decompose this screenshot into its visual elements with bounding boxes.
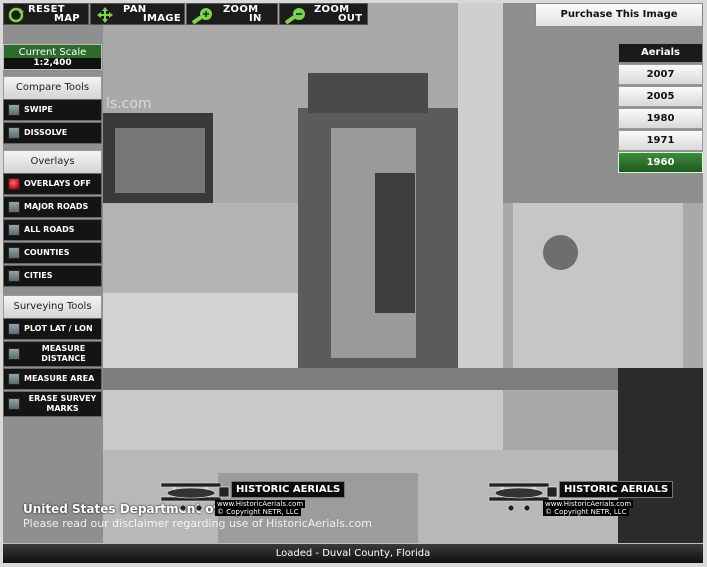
- erase-survey-marks-button[interactable]: ERASE SURVEY MARKS: [3, 391, 102, 417]
- purchase-image-button[interactable]: Purchase This Image: [535, 3, 703, 27]
- app-frame: ls.com United States Department of Agric…: [3, 3, 703, 563]
- aerials-header: Aerials: [618, 43, 703, 63]
- aerial-year-1980[interactable]: 1980: [618, 108, 703, 129]
- aerial-year-2005[interactable]: 2005: [618, 86, 703, 107]
- plot-lat-lon-button[interactable]: PLOT LAT / LON: [3, 318, 102, 340]
- current-scale-box: Current Scale 1:2,400: [3, 44, 102, 70]
- measure-area-button[interactable]: MEASURE AREA: [3, 368, 102, 390]
- toggle-indicator-icon: [8, 270, 20, 282]
- toggle-indicator-icon: [8, 201, 20, 213]
- measure-area-label: MEASURE AREA: [24, 374, 95, 383]
- toggle-indicator-icon: [8, 373, 20, 385]
- east-west-road: [103, 368, 618, 390]
- toggle-indicator-icon: [8, 224, 20, 236]
- pan-image-button[interactable]: PAN IMAGE: [90, 3, 185, 25]
- toggle-indicator-icon: [8, 127, 20, 139]
- zoom-out-icon: [284, 8, 305, 25]
- zoom-in-icon: [191, 8, 212, 25]
- plot-lat-lon-label: PLOT LAT / LON: [24, 324, 93, 333]
- main-building-shadow: [375, 173, 415, 313]
- historic-aerials-logo-2: HISTORIC AERIALS www.HistoricAerials.com…: [481, 475, 681, 516]
- toggle-indicator-icon: [8, 104, 20, 116]
- zoom-in-button[interactable]: ZOOM IN: [186, 3, 278, 25]
- parking-lot-west: [103, 203, 298, 293]
- toggle-indicator-icon: [8, 247, 20, 259]
- zoom-out-button[interactable]: ZOOM OUT: [279, 3, 368, 25]
- all-roads-label: ALL ROADS: [24, 225, 75, 234]
- swipe-label: SWIPE: [24, 105, 53, 114]
- zoom-out-label-2: OUT: [338, 13, 363, 24]
- overlays-off-button[interactable]: OVERLAYS OFF: [3, 173, 102, 195]
- reset-icon: [8, 7, 24, 23]
- counties-label: COUNTIES: [24, 248, 70, 257]
- toggle-indicator-icon: [8, 398, 20, 410]
- aerial-year-1971[interactable]: 1971: [618, 130, 703, 151]
- overlays-off-label: OVERLAYS OFF: [24, 179, 91, 188]
- major-roads-label: MAJOR ROADS: [24, 202, 89, 211]
- status-bar: Loaded - Duval County, Florida: [3, 544, 703, 563]
- cities-label: CITIES: [24, 271, 53, 280]
- dissolve-button[interactable]: DISSOLVE: [3, 122, 102, 144]
- brand-name: HISTORIC AERIALS: [231, 481, 346, 498]
- aerial-year-2007[interactable]: 2007: [618, 64, 703, 85]
- cities-button[interactable]: CITIES: [3, 265, 102, 287]
- brand-copyright: © Copyright NETR, LLC: [543, 508, 629, 516]
- brand-url: www.HistoricAerials.com: [543, 500, 634, 508]
- zoom-in-label-2: IN: [249, 13, 262, 24]
- north-building: [308, 73, 428, 113]
- pan-icon: [97, 7, 113, 23]
- dissolve-label: DISSOLVE: [24, 128, 68, 137]
- brand-copyright: © Copyright NETR, LLC: [215, 508, 301, 516]
- compare-tools-header: Compare Tools: [3, 76, 102, 100]
- reset-map-button[interactable]: RESET MAP: [3, 3, 89, 25]
- dark-building-east: [618, 368, 703, 543]
- map-watermark: ls.com: [106, 96, 152, 112]
- toggle-indicator-icon: [8, 323, 20, 335]
- current-scale-value: 1:2,400: [4, 58, 101, 69]
- erase-survey-marks-label: ERASE SURVEY MARKS: [28, 394, 97, 413]
- measure-distance-label: MEASURE DISTANCE: [41, 344, 86, 363]
- aerial-year-1960[interactable]: 1960: [618, 152, 703, 173]
- all-roads-button[interactable]: ALL ROADS: [3, 219, 102, 241]
- current-scale-title: Current Scale: [18, 47, 87, 58]
- pan-label-2: IMAGE: [143, 13, 181, 24]
- overlays-header: Overlays: [3, 150, 102, 174]
- major-roads-button[interactable]: MAJOR ROADS: [3, 196, 102, 218]
- aerial-map[interactable]: ls.com United States Department of Agric…: [3, 3, 703, 543]
- counties-button[interactable]: COUNTIES: [3, 242, 102, 264]
- measure-distance-button[interactable]: MEASURE DISTANCE: [3, 341, 102, 367]
- toggle-indicator-icon: [8, 348, 20, 360]
- disclaimer-text[interactable]: Please read our disclaimer regarding use…: [23, 517, 372, 530]
- active-indicator-icon: [8, 178, 20, 190]
- brand-url: www.HistoricAerials.com: [215, 500, 306, 508]
- brand-name: HISTORIC AERIALS: [559, 481, 674, 498]
- surveying-tools-header: Surveying Tools: [3, 295, 102, 319]
- hangar-west-roof: [115, 128, 205, 193]
- swipe-button[interactable]: SWIPE: [3, 99, 102, 121]
- paved-lot-west: [103, 293, 298, 368]
- east-apron: [513, 203, 683, 368]
- historic-aerials-logo: HISTORIC AERIALS www.HistoricAerials.com…: [153, 475, 353, 516]
- round-tank: [543, 235, 578, 270]
- reset-label-2: MAP: [54, 13, 80, 24]
